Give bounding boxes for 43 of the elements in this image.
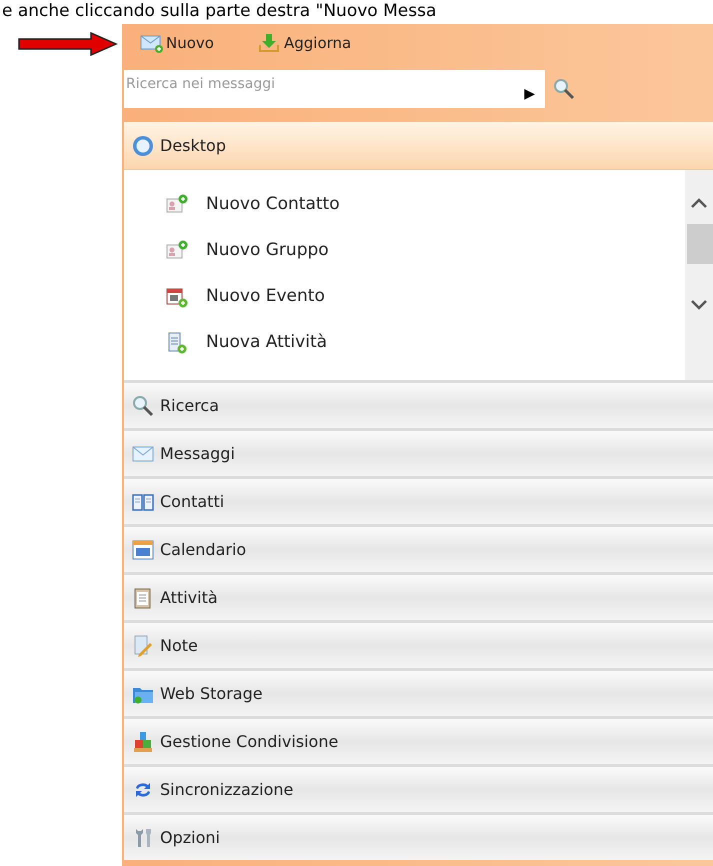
shared-blocks-icon	[132, 730, 154, 752]
section-header[interactable]: Calendario	[124, 524, 713, 572]
section-header[interactable]: Note	[124, 620, 713, 668]
new-button[interactable]: Nuovo	[138, 32, 214, 54]
section-label: Messaggi	[160, 442, 235, 464]
scroll-up-icon[interactable]	[691, 198, 707, 208]
document-plus-icon	[166, 332, 188, 354]
section-label: Desktop	[160, 134, 226, 156]
scroll-thumb[interactable]	[687, 224, 713, 264]
section-label: Web Storage	[160, 682, 263, 704]
section-label: Note	[160, 634, 198, 656]
section-header[interactable]: Opzioni	[124, 812, 713, 860]
caption-text: e anche cliccando sulla parte destra "Nuovo Messa	[1, 0, 438, 23]
arrow-glyph[interactable]: ▶	[524, 84, 535, 105]
calendar-icon	[132, 538, 154, 560]
section-label: Contatti	[160, 490, 224, 512]
section-header[interactable]: Contatti	[124, 476, 713, 524]
search-icon	[132, 394, 154, 416]
section-header[interactable]: Attività	[124, 572, 713, 620]
section-label: Calendario	[160, 538, 246, 560]
menu-item[interactable]: Nuovo Contatto	[166, 182, 685, 228]
menu-item[interactable]: Nuovo Evento	[166, 274, 685, 320]
section-label: Ricerca	[160, 394, 220, 416]
scroll-down-icon[interactable]	[691, 300, 707, 310]
section-header[interactable]: Web Storage	[124, 668, 713, 716]
section-label: Sincronizzazione	[160, 778, 294, 800]
globe-icon	[132, 134, 154, 156]
section-header[interactable]: Gestione Condivisione	[124, 716, 713, 764]
menu-item[interactable]: Nuovo Gruppo	[166, 228, 685, 274]
calendar-plus-icon	[166, 286, 188, 308]
search-icon	[553, 78, 575, 100]
section-label: Attività	[160, 586, 218, 608]
section-header[interactable]: Messaggi	[124, 428, 713, 476]
section-header[interactable]: Sincronizzazione	[124, 764, 713, 812]
section-header[interactable]: Ricerca	[124, 380, 713, 428]
section-label: Gestione Condivisione	[160, 730, 338, 752]
section-header[interactable]: Desktop	[124, 122, 713, 170]
refresh-button[interactable]: Aggiorna	[256, 32, 352, 54]
menu-item[interactable]: Nuova Attività	[166, 320, 685, 366]
note-pencil-icon	[132, 634, 154, 656]
scrollbar[interactable]	[685, 170, 713, 380]
section-label: Opzioni	[160, 826, 220, 848]
search-field[interactable]: Ricerca nei messaggi ▶	[124, 70, 545, 108]
